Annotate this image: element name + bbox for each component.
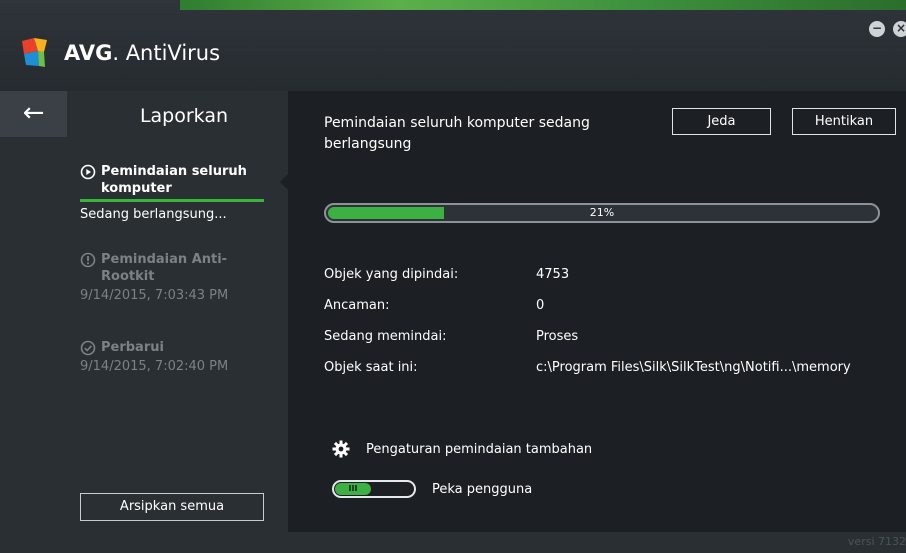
sidebar-title: Laporkan [139,105,229,127]
stat-row-current-object: Objek saat ini: c:\Program Files\Silk\Si… [324,352,906,383]
sidebar: ← Laporkan Pemindaian seluruh komputer S… [0,91,289,532]
stat-label: Sedang memindai: [324,329,447,344]
back-button[interactable]: ← [0,91,67,137]
footer-bar: versi 7132 [0,532,906,553]
scan-panel: Pemindaian seluruh komputer sedang berla… [288,91,906,532]
active-indicator [80,199,264,202]
archive-all-button[interactable]: Arsipkan semua [80,493,264,521]
report-item-name: Perbarui [101,340,164,355]
user-sensitive-row: III Peka pengguna [332,480,532,498]
stat-label: Ancaman: [324,298,390,313]
report-item-name: Pemindaian seluruh komputer [101,164,247,196]
product-name: AntiVirus [125,41,221,65]
play-circle-icon [80,164,96,180]
additional-scan-settings-label: Pengaturan pemindaian tambahan [366,441,593,457]
additional-scan-settings-link[interactable]: Pengaturan pemindaian tambahan [332,440,592,458]
close-button[interactable]: × [893,21,906,37]
progress-percent: 21% [589,206,615,219]
exclamation-circle-icon [80,252,96,268]
title-bar: AVG. AntiVirus − × [0,0,906,91]
report-item-date: 9/14/2015, 7:02:40 PM [80,359,229,374]
report-item-status: Sedang berlangsung... [80,207,227,222]
stat-row-threats: Ancaman: 0 [324,290,906,321]
scan-status-title: Pemindaian seluruh komputer sedang berla… [324,115,590,152]
app-window: AVG. AntiVirus − × ← Laporkan Pemindaian… [0,0,906,553]
minimize-button[interactable]: − [869,21,885,37]
stat-value: 4753 [536,267,570,282]
report-item-full-scan[interactable]: Pemindaian seluruh komputer Sedang berla… [80,163,270,224]
report-item-name: Pemindaian Anti-Rootkit [101,252,228,284]
stat-value: c:\Program Files\Silk\SilkTest\ng\Notifi… [536,360,851,375]
report-item-date: 9/14/2015, 7:03:43 PM [80,288,229,303]
user-sensitive-toggle[interactable]: III [332,480,416,498]
user-sensitive-label: Peka pengguna [432,481,533,497]
version-label: versi 7132 [847,535,906,548]
report-item-anti-rootkit[interactable]: Pemindaian Anti-Rootkit 9/14/2015, 7:03:… [80,251,270,305]
stat-row-scanning: Sedang memindai: Proses [324,321,906,352]
stat-label: Objek yang dipindai: [324,267,459,282]
toggle-knob: III [335,483,371,495]
stat-label: Objek saat ini: [324,360,418,375]
stat-row-scanned: Objek yang dipindai: 4753 [324,259,906,290]
check-circle-icon [80,340,96,356]
app-title: AVG. AntiVirus [64,41,221,65]
report-item-update[interactable]: Perbarui 9/14/2015, 7:02:40 PM [80,339,270,376]
brand-name: AVG [64,41,113,65]
scan-progress-bar: 21% [324,203,880,223]
stat-value: Proses [536,329,579,344]
stat-value: 0 [536,298,545,313]
gear-icon [332,440,350,458]
pause-button[interactable]: Jeda [672,108,771,135]
stop-button[interactable]: Hentikan [792,108,896,135]
top-accent-bar [180,0,906,10]
avg-logo-icon [22,38,47,67]
scan-stats: Objek yang dipindai: 4753 Ancaman: 0 Sed… [324,259,906,383]
